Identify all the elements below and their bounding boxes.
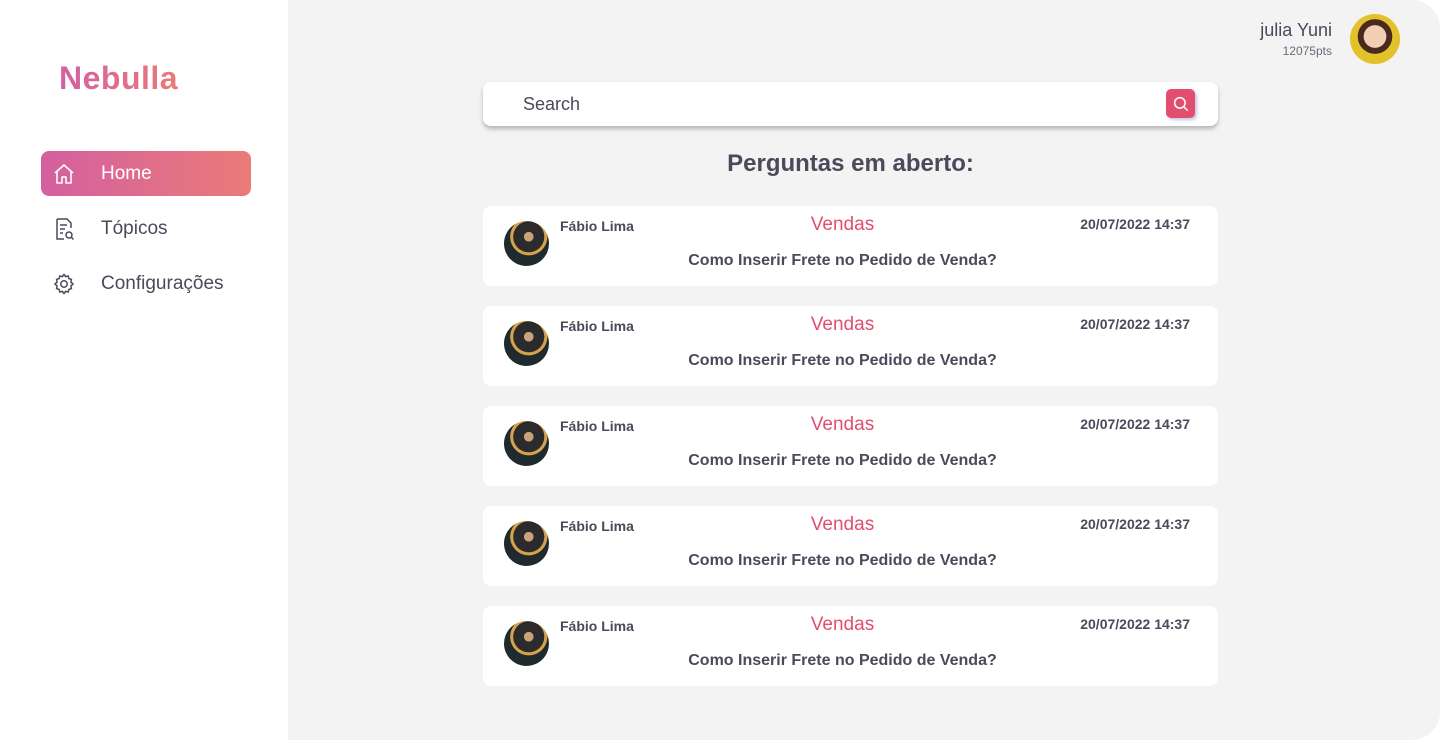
user-name: julia Yuni [1260,20,1332,40]
question-date: 20/07/2022 14:37 [1080,416,1190,432]
question-card[interactable]: Fábio Lima Vendas 20/07/2022 14:37 Como … [483,306,1218,386]
brand-logo[interactable]: Nebulla [59,60,178,97]
question-date: 20/07/2022 14:37 [1080,316,1190,332]
search-bar [483,82,1218,126]
sidebar-item-label: Configurações [101,272,224,294]
sidebar-item-topicos[interactable]: Tópicos [41,206,251,251]
question-text: Como Inserir Frete no Pedido de Venda? [688,352,997,369]
question-card[interactable]: Fábio Lima Vendas 20/07/2022 14:37 Como … [483,506,1218,586]
sidebar-item-configuracoes[interactable]: Configurações [41,261,251,306]
home-icon [51,161,77,187]
question-text: Como Inserir Frete no Pedido de Venda? [688,252,997,269]
sidebar-item-label: Home [101,162,152,184]
main-content: julia Yuni 12075pts Perguntas em aberto:… [288,0,1440,740]
search-button[interactable] [1166,89,1195,118]
sidebar-item-home[interactable]: Home [41,151,251,196]
question-card[interactable]: Fábio Lima Vendas 20/07/2022 14:37 Como … [483,606,1218,686]
search-input[interactable] [523,93,1123,115]
question-date: 20/07/2022 14:37 [1080,616,1190,632]
question-date: 20/07/2022 14:37 [1080,516,1190,532]
document-search-icon [51,216,77,242]
question-text: Como Inserir Frete no Pedido de Venda? [688,452,997,469]
question-text: Como Inserir Frete no Pedido de Venda? [688,652,997,669]
sidebar: Nebulla Home Tópicos Configurações [0,0,288,740]
sidebar-item-label: Tópicos [101,217,168,239]
questions-list: Fábio Lima Vendas 20/07/2022 14:37 Como … [483,206,1218,706]
section-title: Perguntas em aberto: [727,150,974,177]
question-card[interactable]: Fábio Lima Vendas 20/07/2022 14:37 Como … [483,206,1218,286]
question-card[interactable]: Fábio Lima Vendas 20/07/2022 14:37 Como … [483,406,1218,486]
user-profile[interactable]: julia Yuni 12075pts [1260,14,1400,64]
user-points: 12075pts [1282,44,1332,58]
avatar[interactable] [1350,14,1400,64]
question-date: 20/07/2022 14:37 [1080,216,1190,232]
sidebar-nav: Home Tópicos Configurações [41,151,251,316]
search-icon [1173,96,1188,111]
question-text: Como Inserir Frete no Pedido de Venda? [688,552,997,569]
gear-icon [51,271,77,297]
